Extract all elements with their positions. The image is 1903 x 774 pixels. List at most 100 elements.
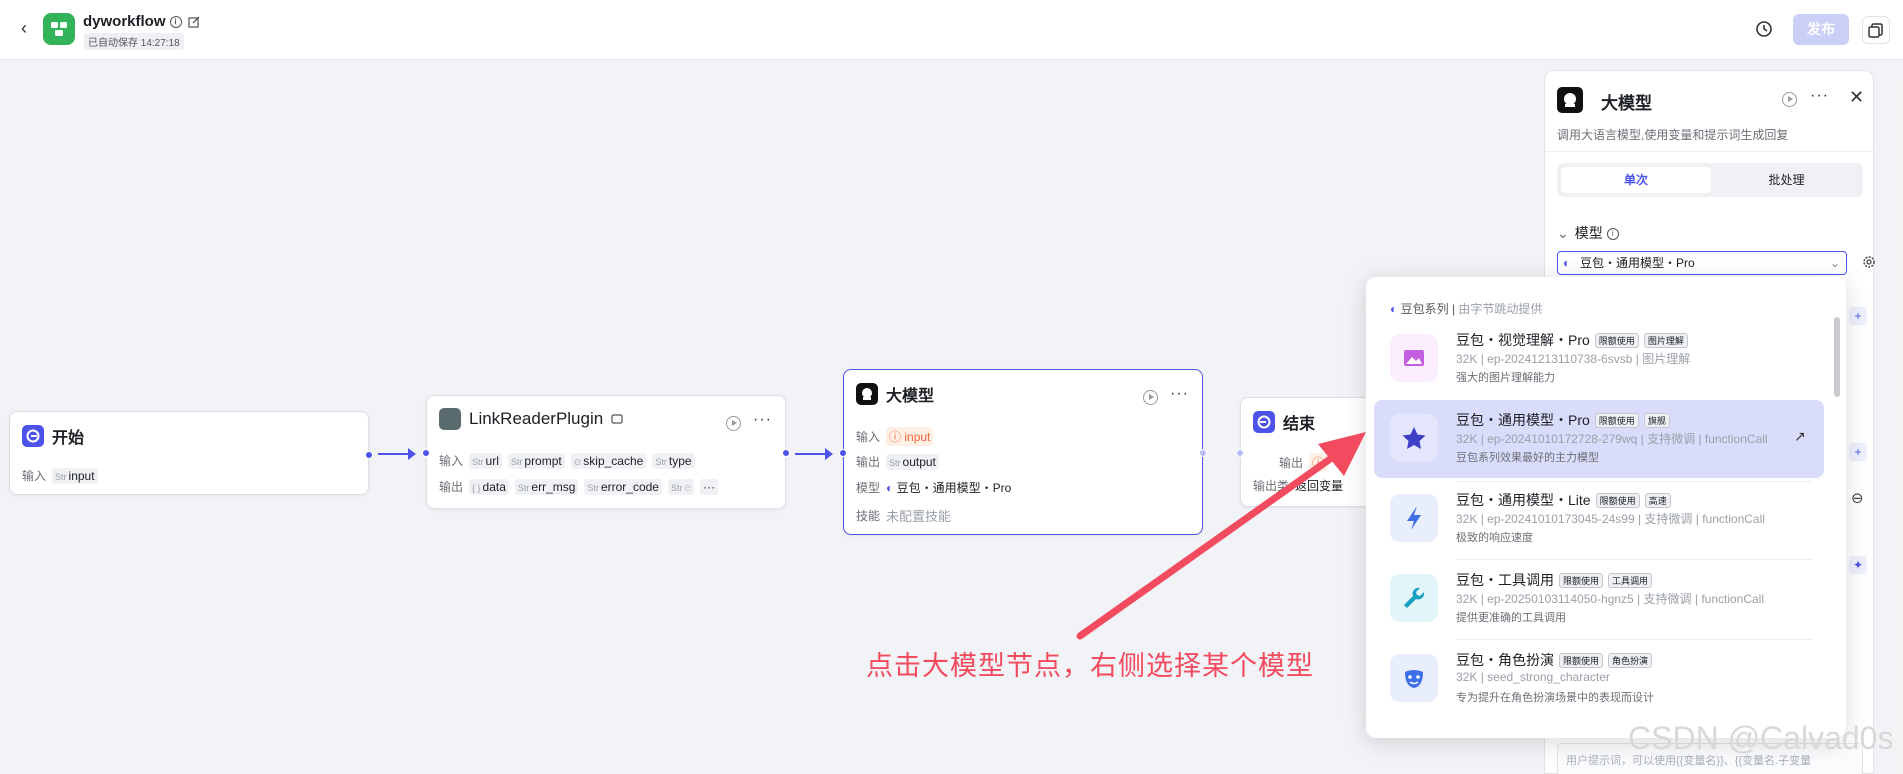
close-icon[interactable]: ✕: [1849, 87, 1864, 108]
badge: 限额使用: [1559, 652, 1604, 668]
option-name: 豆包・通用模型・Lite: [1456, 492, 1591, 508]
plugin-output-err-msg: Str err_msg: [514, 478, 579, 495]
start-node-icon: [22, 425, 44, 447]
model-dropdown: ◐ 豆包系列 | 由字节跳动提供 豆包・视觉理解・Pro 限额使用 图片理解 32K…: [1366, 277, 1846, 738]
model-option[interactable]: 豆包・视觉理解・Pro 限额使用 图片理解 32K | ep-20241213110…: [1374, 320, 1824, 398]
plugin-input-prompt: Str prompt: [507, 452, 565, 469]
tab-single[interactable]: 单次: [1561, 167, 1711, 193]
mask-icon: [1390, 654, 1438, 702]
llm-node[interactable]: 大模型 ··· 输入 ⓘ input 输出 Str output 模型 ◐ 豆包・…: [839, 369, 1207, 535]
badge: 限额使用: [1594, 412, 1639, 428]
llm-input-port[interactable]: [839, 449, 847, 457]
gear-icon[interactable]: [1861, 254, 1877, 270]
option-meta: 32K | ep-20241010172728-279wq | 支持微调 | f…: [1456, 432, 1768, 446]
end-input-port[interactable]: [1236, 449, 1244, 457]
minus-circle-icon[interactable]: ⊖: [1851, 489, 1864, 507]
autosave-status: 已自动保存 14:27:18: [84, 33, 184, 50]
model-option-selected[interactable]: 豆包・通用模型・Pro 限额使用 旗舰 32K | ep-2024101017272…: [1374, 400, 1824, 478]
copy-icon[interactable]: [1862, 16, 1890, 44]
option-meta: 32K | seed_strong_character: [1456, 670, 1610, 684]
plugin-input-skip-cache: ⊙ skip_cache: [570, 452, 647, 469]
end-output-type-label: 输出类: [1253, 479, 1290, 493]
option-desc: 豆包系列效果最好的主力模型: [1456, 452, 1599, 464]
plugin-output-data: { } data: [469, 478, 509, 495]
more-outputs-icon[interactable]: ···: [700, 478, 719, 495]
start-node[interactable]: 开始 输入 Str input: [9, 411, 373, 495]
model-option[interactable]: 豆包・通用模型・Lite 限额使用 高速 32K | ep-202410101730…: [1374, 480, 1824, 558]
info-icon[interactable]: i: [1606, 228, 1619, 241]
llm-model-label: 模型: [856, 481, 881, 495]
edit-icon[interactable]: [187, 16, 200, 28]
badge: 旗舰: [1643, 412, 1670, 428]
model-option[interactable]: 豆包・工具调用 限额使用 工具调用 32K | ep-20250103114050-…: [1374, 560, 1824, 638]
lightning-icon: [1390, 494, 1438, 542]
option-name: 豆包・角色扮演: [1456, 652, 1554, 668]
panel-llm-icon: [1557, 87, 1583, 113]
image-icon: [1390, 334, 1438, 382]
sparkle-icon[interactable]: ✦: [1849, 556, 1867, 574]
badge: 角色扮演: [1608, 652, 1653, 668]
option-meta: 32K | ep-20241213110738-6svsb | 图片理解: [1456, 352, 1691, 366]
panel-run-icon[interactable]: [1782, 92, 1797, 107]
chevron-down-icon: ⌄: [1557, 225, 1569, 241]
start-output-port[interactable]: [365, 451, 373, 459]
add-icon[interactable]: +: [1849, 307, 1867, 325]
tab-batch[interactable]: 批处理: [1710, 167, 1863, 193]
run-node-icon[interactable]: [1143, 390, 1158, 405]
info-icon[interactable]: i: [169, 16, 182, 29]
more-icon[interactable]: ···: [753, 411, 772, 429]
start-input-label: 输入: [22, 469, 47, 483]
model-section-title: 模型: [1574, 225, 1603, 241]
star-icon: [1390, 414, 1438, 462]
option-desc: 强大的图片理解能力: [1456, 372, 1555, 384]
option-name: 豆包・通用模型・Pro: [1456, 412, 1590, 428]
run-node-icon[interactable]: [726, 416, 741, 431]
workflow-logo-icon: [43, 13, 75, 45]
model-section-header[interactable]: ⌄ 模型 i: [1557, 223, 1619, 243]
model-select[interactable]: ◐ 豆包・通用模型・Pro ⌄: [1557, 251, 1847, 275]
model-option[interactable]: 豆包・角色扮演 限额使用 角色扮演 32K | seed_strong_charac…: [1374, 640, 1824, 718]
doubao-logo-icon: ◐: [1563, 256, 1571, 270]
option-meta: 32K | ep-20250103114050-hgnz5 | 支持微调 | f…: [1456, 592, 1765, 606]
plugin-output-error-code: Str error_code: [584, 478, 662, 495]
edge-start-plugin: [378, 448, 416, 460]
divider: [1545, 151, 1875, 152]
plugin-output-port[interactable]: [782, 449, 790, 457]
history-icon[interactable]: [1754, 19, 1774, 39]
publish-button[interactable]: 发布: [1793, 14, 1849, 45]
end-output-type-value: 返回变量: [1295, 479, 1344, 493]
dropdown-group-header: ◐ 豆包系列 | 由字节跳动提供: [1390, 302, 1543, 316]
llm-skill-label: 技能: [856, 509, 881, 523]
llm-skill-value: 未配置技能: [886, 509, 952, 524]
dropdown-scrollbar[interactable]: [1834, 317, 1840, 397]
add-icon[interactable]: +: [1849, 443, 1867, 461]
watermark: CSDN @Calvad0s: [1628, 720, 1894, 756]
edge-plugin-llm: [795, 448, 833, 460]
plugin-input-type: Str type: [652, 452, 695, 469]
more-icon[interactable]: ···: [1170, 385, 1189, 403]
doubao-logo-icon: ◐: [1390, 302, 1398, 316]
plugin-input-url: Str url: [469, 452, 502, 469]
page-scrollbar[interactable]: [1893, 82, 1903, 774]
panel-description: 调用大语言模型,使用变量和提示词生成回复: [1557, 128, 1789, 142]
top-bar: ‹ dyworkflow i 已自动保存 14:27:18 发布: [0, 0, 1903, 60]
plugin-output-truncated: Str e: [667, 478, 695, 495]
end-node[interactable]: 结束 输出 ⓘ 输出类 返回变量: [1236, 397, 1380, 507]
chevron-down-icon: ⌄: [1829, 256, 1840, 270]
end-node-title: 结束: [1283, 416, 1316, 433]
plugin-output-label: 输出: [439, 480, 464, 494]
llm-output-var: Str output: [886, 453, 939, 470]
badge: 限额使用: [1559, 572, 1604, 588]
plugin-node-title: LinkReaderPlugin: [469, 409, 604, 428]
panel-more-icon[interactable]: ···: [1810, 87, 1829, 105]
plugin-input-port[interactable]: [422, 449, 430, 457]
back-arrow-icon[interactable]: ‹: [14, 18, 34, 38]
option-name: 豆包・视觉理解・Pro: [1456, 332, 1590, 348]
plugin-node[interactable]: LinkReaderPlugin ··· 输入 Str url Str prompt…: [422, 395, 790, 509]
llm-output-port[interactable]: [1199, 449, 1207, 457]
option-desc: 提供更准确的工具调用: [1456, 612, 1566, 624]
external-link-icon[interactable]: ↗: [1794, 428, 1806, 445]
model-select-value: 豆包・通用模型・Pro: [1580, 256, 1695, 270]
plugin-logo-icon: [439, 408, 461, 430]
llm-input-label: 输入: [856, 430, 881, 444]
